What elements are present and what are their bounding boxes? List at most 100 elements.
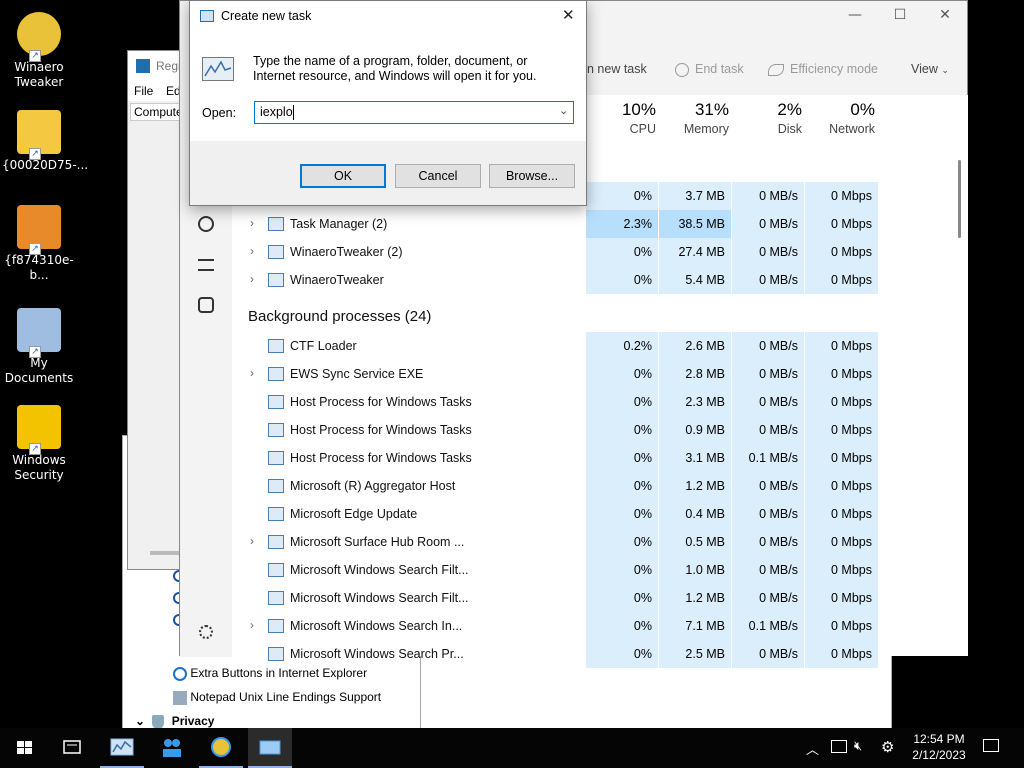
- tree-item-notepad[interactable]: Notepad Unix Line Endings Support: [173, 690, 381, 705]
- process-row[interactable]: › Microsoft Surface Hub Room ... 0% 0.5 MB 0…: [232, 528, 968, 556]
- background-processes-header: Background processes (24): [248, 308, 432, 325]
- desktop-icon[interactable]: ↗ {f874310e-b...: [2, 205, 76, 283]
- chevron-right-icon[interactable]: ›: [250, 216, 254, 230]
- network-icon[interactable]: [831, 740, 847, 753]
- taskbar-people-app[interactable]: [150, 728, 194, 768]
- settings-gear-icon[interactable]: ⚙: [881, 738, 894, 756]
- graph-icon: [204, 60, 232, 77]
- process-row[interactable]: › Microsoft Windows Search In... 0% 7.1 MB 0…: [232, 612, 968, 640]
- process-row[interactable]: Microsoft Windows Search Filt... 0% 1.0 MB…: [232, 556, 968, 584]
- winaero-icon: [211, 737, 231, 757]
- settings-gear-icon[interactable]: [199, 625, 213, 639]
- tree-item-label: Privacy: [171, 714, 215, 728]
- chevron-right-icon[interactable]: ›: [250, 534, 254, 548]
- browse-button[interactable]: Browse...: [489, 164, 575, 188]
- minimize-icon[interactable]: —: [840, 7, 870, 27]
- process-row[interactable]: › Task Manager (2) 2.3% 38.5 MB 0 MB/s 0 Mbps: [232, 210, 968, 238]
- process-name: CTF Loader: [290, 339, 357, 353]
- tree-item-privacy[interactable]: ⌄ Privacy: [135, 714, 214, 729]
- show-hidden-icons-chevron-up-icon[interactable]: ︿: [806, 739, 819, 758]
- dialog-body: [190, 31, 586, 141]
- cpu-cell: 0%: [586, 416, 658, 444]
- taskbar-winaero-tweaker[interactable]: [199, 728, 243, 768]
- disk-cell: 0 MB/s: [732, 500, 804, 528]
- network-cell: 0 Mbps: [805, 612, 878, 640]
- details-icon[interactable]: [198, 259, 214, 271]
- process-icon: [268, 479, 284, 493]
- tree-item-extra-buttons[interactable]: Extra Buttons in Internet Explorer: [173, 666, 367, 681]
- close-icon[interactable]: ✕: [930, 7, 960, 27]
- desktop-icon[interactable]: ↗ Winaero Tweaker: [2, 12, 76, 90]
- process-name: Host Process for Windows Tasks: [290, 451, 472, 465]
- network-cell: 0 Mbps: [805, 584, 878, 612]
- process-row[interactable]: › WinaeroTweaker 0% 5.4 MB 0 MB/s 0 Mbps: [232, 266, 968, 294]
- chevron-right-icon[interactable]: ›: [250, 618, 254, 632]
- memory-cell: 2.8 MB: [659, 360, 731, 388]
- task-view-button[interactable]: [50, 728, 94, 768]
- cpu-cell: 2.3%: [586, 210, 658, 238]
- efficiency-mode-label: Efficiency mode: [790, 62, 879, 76]
- process-icon: [268, 563, 284, 577]
- people-icon: [163, 739, 181, 757]
- process-row[interactable]: › EWS Sync Service EXE 0% 2.8 MB 0 MB/s 0 Mbp…: [232, 360, 968, 388]
- process-row[interactable]: Host Process for Windows Tasks 0% 0.9 MB 0 …: [232, 416, 968, 444]
- close-icon[interactable]: ✕: [562, 6, 575, 24]
- run-new-task-button[interactable]: n new task: [587, 62, 647, 76]
- cancel-button[interactable]: Cancel: [395, 164, 481, 188]
- network-label: Network: [829, 122, 875, 136]
- desktop-icon[interactable]: ↗ My Documents: [2, 308, 76, 386]
- process-row[interactable]: Microsoft Windows Search Filt... 0% 1.2 MB…: [232, 584, 968, 612]
- disk-cell: 0 MB/s: [732, 640, 804, 668]
- process-icon: [268, 619, 284, 633]
- desktop-icon[interactable]: ↗ {00020D75-...: [2, 110, 88, 173]
- cpu-cell: 0%: [586, 612, 658, 640]
- cpu-cell: 0%: [586, 640, 658, 668]
- chevron-right-icon[interactable]: ›: [250, 272, 254, 286]
- network-column-header[interactable]: 0% Network: [805, 100, 875, 136]
- chevron-right-icon[interactable]: ›: [250, 244, 254, 258]
- cpu-column-header[interactable]: 10% CPU: [586, 100, 656, 136]
- open-combobox[interactable]: iexplo ⌄: [254, 101, 574, 124]
- efficiency-mode-button[interactable]: Efficiency mode: [768, 62, 878, 76]
- menu-file[interactable]: File: [134, 84, 153, 98]
- process-row[interactable]: Microsoft Windows Search Pr... 0% 2.5 MB 0 …: [232, 640, 968, 668]
- ok-button[interactable]: OK: [300, 164, 386, 188]
- process-row[interactable]: Microsoft (R) Aggregator Host 0% 1.2 MB 0 M…: [232, 472, 968, 500]
- shield-icon: [152, 714, 165, 729]
- maximize-icon[interactable]: ☐: [885, 7, 915, 27]
- taskbar-task-manager[interactable]: [100, 728, 144, 768]
- taskbar-run-dialog[interactable]: [248, 728, 292, 768]
- process-name: Microsoft (R) Aggregator Host: [290, 479, 456, 493]
- process-name: Host Process for Windows Tasks: [290, 423, 472, 437]
- folder-icon: ↗: [17, 110, 61, 160]
- process-row[interactable]: Host Process for Windows Tasks 0% 3.1 MB 0.…: [232, 444, 968, 472]
- start-button[interactable]: [2, 728, 46, 768]
- process-name: Host Process for Windows Tasks: [290, 395, 472, 409]
- process-icon: [268, 423, 284, 437]
- desktop-icon[interactable]: ↗ Windows Security: [2, 405, 76, 483]
- notifications-icon[interactable]: [983, 739, 999, 752]
- clock[interactable]: 12:54 PM 2/12/2023: [905, 731, 973, 763]
- cpu-cell: 0%: [586, 360, 658, 388]
- disk-column-header[interactable]: 2% Disk: [732, 100, 802, 136]
- network-cell: 0 Mbps: [805, 210, 878, 238]
- services-icon[interactable]: [198, 297, 214, 313]
- cpu-cell: 0%: [586, 500, 658, 528]
- memory-column-header[interactable]: 31% Memory: [659, 100, 729, 136]
- chevron-right-icon[interactable]: ›: [250, 366, 254, 380]
- process-row[interactable]: Host Process for Windows Tasks 0% 2.3 MB 0 …: [232, 388, 968, 416]
- volume-muted-icon[interactable]: 🔇︎: [854, 739, 862, 754]
- disk-percent: 2%: [777, 100, 802, 119]
- chevron-down-icon[interactable]: ⌄: [559, 104, 568, 117]
- memory-percent: 31%: [694, 100, 729, 119]
- end-task-button[interactable]: End task: [675, 62, 744, 77]
- open-input[interactable]: iexplo: [260, 105, 293, 119]
- view-button[interactable]: View ⌄: [911, 62, 949, 76]
- process-row[interactable]: › WinaeroTweaker (2) 0% 27.4 MB 0 MB/s 0 Mbps: [232, 238, 968, 266]
- users-icon[interactable]: [198, 216, 214, 232]
- memory-cell: 0.5 MB: [659, 528, 731, 556]
- column-divider-area: [586, 144, 878, 182]
- shortcut-arrow-icon: ↗: [29, 346, 41, 358]
- process-row[interactable]: CTF Loader 0.2% 2.6 MB 0 MB/s 0 Mbps: [232, 332, 968, 360]
- process-row[interactable]: Microsoft Edge Update 0% 0.4 MB 0 MB/s 0 Mbp…: [232, 500, 968, 528]
